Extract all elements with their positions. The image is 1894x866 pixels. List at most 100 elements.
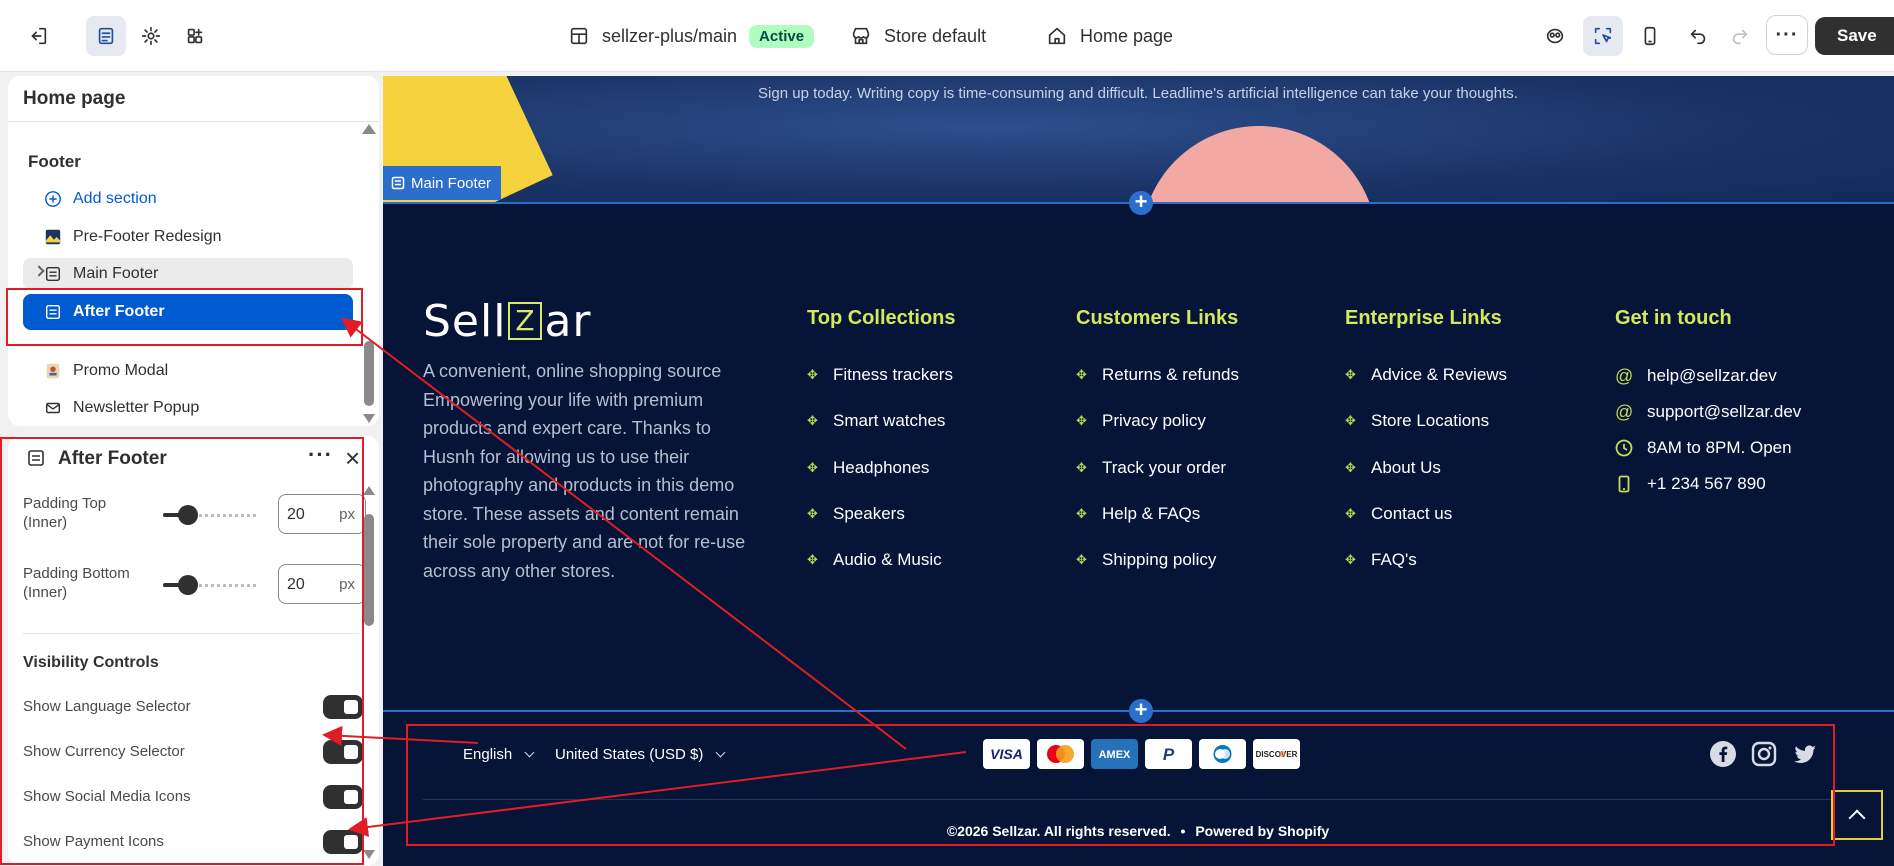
more-actions-button[interactable]: ··· bbox=[1766, 15, 1808, 55]
add-section-button[interactable]: Add section bbox=[23, 183, 353, 215]
mail-icon bbox=[43, 398, 63, 418]
link-text: Audio & Music bbox=[833, 550, 942, 569]
contact-heading: Get in touch bbox=[1615, 307, 1732, 329]
pre-footer-banner[interactable]: Sign up today. Writing copy is time-cons… bbox=[383, 76, 1894, 203]
scroll-down-arrow[interactable] bbox=[363, 414, 375, 423]
tree-item-newsletter-popup[interactable]: Newsletter Popup bbox=[23, 392, 353, 424]
column-heading: Top Collections bbox=[807, 307, 956, 329]
footer-link[interactable]: ✥ Contact us bbox=[1345, 504, 1452, 524]
footer-link[interactable]: ✥ About Us bbox=[1345, 458, 1441, 478]
footer-link[interactable]: ✥ Advice & Reviews bbox=[1345, 365, 1507, 385]
inspector-icon[interactable] bbox=[1535, 16, 1575, 56]
back-to-top-button[interactable] bbox=[1831, 790, 1883, 840]
select-cursor-icon[interactable] bbox=[1583, 16, 1623, 56]
apps-icon[interactable] bbox=[175, 16, 215, 56]
clock-icon bbox=[1615, 439, 1633, 457]
sections-icon[interactable] bbox=[86, 16, 126, 56]
decorative-shape bbox=[1141, 126, 1377, 203]
phone-icon bbox=[1618, 475, 1630, 493]
link-text: About Us bbox=[1371, 458, 1441, 477]
top-bar: sellzer-plus/main Active Store default H… bbox=[0, 0, 1894, 72]
contact-email[interactable]: @ help@sellzar.dev bbox=[1615, 366, 1777, 386]
main-footer-tag[interactable]: Main Footer bbox=[383, 166, 502, 200]
annotation-box bbox=[406, 724, 1835, 846]
contact-text: help@sellzar.dev bbox=[1647, 366, 1777, 385]
status-badge: Active bbox=[749, 24, 815, 48]
section-icon bbox=[43, 264, 63, 284]
settings-gear-icon[interactable] bbox=[131, 16, 171, 56]
redo-icon[interactable] bbox=[1720, 16, 1760, 56]
footer-link[interactable]: ✥ FAQ's bbox=[1345, 550, 1417, 570]
store-selector[interactable]: Store default bbox=[850, 18, 986, 54]
save-button[interactable]: Save bbox=[1815, 17, 1894, 55]
page-selector[interactable]: Home page bbox=[1046, 18, 1173, 54]
about-text: A convenient, online shopping source Emp… bbox=[423, 361, 746, 581]
tree-item-pre-footer[interactable]: Pre-Footer Redesign bbox=[23, 221, 353, 253]
layout-icon bbox=[570, 27, 588, 45]
page-name: Home page bbox=[1080, 25, 1174, 46]
add-section-plus-icon[interactable]: + bbox=[1129, 191, 1153, 215]
footer-link[interactable]: ✥ Headphones bbox=[807, 458, 929, 478]
home-icon bbox=[1048, 27, 1066, 45]
contact-hours: 8AM to 8PM. Open bbox=[1615, 438, 1792, 458]
group-title: Footer bbox=[28, 152, 81, 171]
footer-link[interactable]: ✥ Shipping policy bbox=[1076, 550, 1216, 570]
footer-link[interactable]: ✥ Store Locations bbox=[1345, 411, 1489, 431]
add-section-label: Add section bbox=[73, 190, 157, 207]
mobile-preview-icon[interactable] bbox=[1630, 16, 1670, 56]
link-text: Fitness trackers bbox=[833, 365, 953, 384]
link-text: Returns & refunds bbox=[1102, 365, 1240, 384]
plus-circle-icon bbox=[43, 189, 63, 209]
contact-text: +1 234 567 890 bbox=[1647, 474, 1766, 493]
chevron-up-icon bbox=[1848, 809, 1866, 827]
exit-icon[interactable] bbox=[18, 16, 58, 56]
scrollbar-thumb[interactable] bbox=[364, 341, 374, 406]
link-text: Contact us bbox=[1371, 504, 1453, 523]
image-icon bbox=[43, 361, 63, 381]
contact-text: 8AM to 8PM. Open bbox=[1647, 438, 1792, 457]
store-name: Store default bbox=[884, 25, 987, 46]
store-logo[interactable]: Sell Zar bbox=[423, 296, 592, 347]
section-icon bbox=[391, 176, 405, 190]
logo-text: Sell bbox=[423, 296, 507, 347]
footer-link[interactable]: ✥ Speakers bbox=[807, 504, 905, 524]
theme-selector[interactable]: sellzer-plus/main Active bbox=[568, 18, 815, 54]
theme-name: sellzer-plus/main bbox=[602, 25, 738, 46]
scroll-up-arrow[interactable] bbox=[362, 124, 376, 134]
contact-support-email[interactable]: @ support@sellzar.dev bbox=[1615, 402, 1801, 422]
image-icon bbox=[43, 227, 63, 247]
page-title: Home page bbox=[23, 88, 126, 109]
tree-item-main-footer[interactable]: Main Footer bbox=[23, 258, 353, 290]
scroll-down-arrow[interactable] bbox=[363, 850, 375, 859]
annotation-box bbox=[0, 437, 364, 865]
footer-link[interactable]: ✥ Returns & refunds bbox=[1076, 365, 1239, 385]
tree-item-label: Newsletter Popup bbox=[73, 399, 200, 416]
add-section-plus-icon[interactable]: + bbox=[1129, 699, 1153, 723]
divider bbox=[8, 121, 379, 122]
at-icon: @ bbox=[1615, 366, 1634, 386]
footer-link[interactable]: ✥ Fitness trackers bbox=[807, 365, 953, 385]
link-text: Advice & Reviews bbox=[1371, 365, 1508, 384]
link-text: Track your order bbox=[1102, 458, 1227, 477]
footer-link[interactable]: ✥ Smart watches bbox=[807, 411, 945, 431]
tree-item-label: Pre-Footer Redesign bbox=[73, 228, 222, 245]
logo-text: ar bbox=[544, 296, 592, 347]
tree-item-promo-modal[interactable]: Promo Modal bbox=[23, 355, 353, 387]
footer-link[interactable]: ✥ Track your order bbox=[1076, 458, 1226, 478]
link-text: Help & FAQs bbox=[1102, 504, 1201, 523]
scroll-up-arrow[interactable] bbox=[363, 486, 375, 495]
annotation-box bbox=[6, 288, 363, 346]
footer-link[interactable]: ✥ Privacy policy bbox=[1076, 411, 1206, 431]
column-heading: Customers Links bbox=[1076, 307, 1239, 329]
link-text: FAQ's bbox=[1371, 550, 1417, 569]
main-footer-tag-label: Main Footer bbox=[411, 174, 492, 192]
link-text: Shipping policy bbox=[1102, 550, 1217, 569]
at-icon: @ bbox=[1615, 402, 1634, 422]
footer-link[interactable]: ✥ Help & FAQs bbox=[1076, 504, 1200, 524]
tree-item-label: Main Footer bbox=[73, 265, 159, 282]
link-text: Speakers bbox=[833, 504, 905, 523]
undo-icon[interactable] bbox=[1678, 16, 1718, 56]
contact-phone[interactable]: +1 234 567 890 bbox=[1615, 474, 1766, 494]
store-icon bbox=[852, 27, 870, 45]
footer-link[interactable]: ✥ Audio & Music bbox=[807, 550, 942, 570]
